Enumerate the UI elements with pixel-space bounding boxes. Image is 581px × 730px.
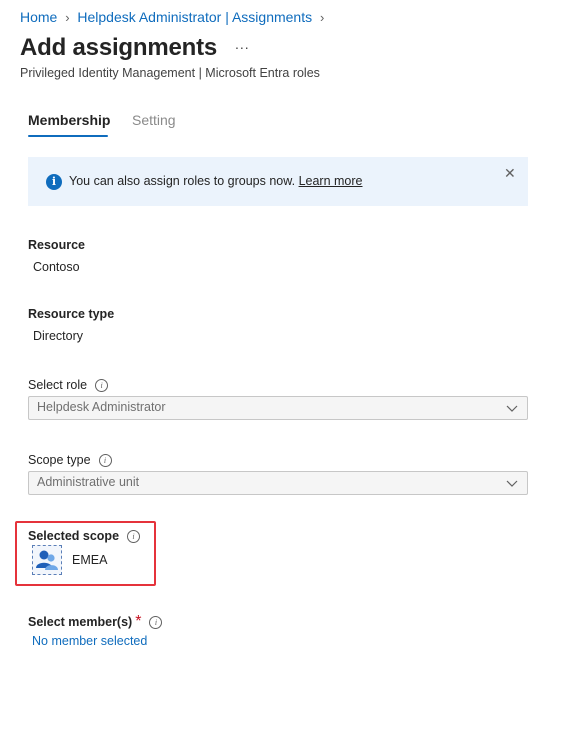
info-circle-icon[interactable]: i bbox=[149, 616, 163, 629]
scope-type-value: Administrative unit bbox=[37, 475, 140, 489]
administrative-unit-icon bbox=[32, 545, 62, 575]
resource-type-value: Directory bbox=[33, 329, 84, 343]
resource-type-label: Resource type bbox=[28, 307, 115, 321]
select-role-dropdown[interactable]: Helpdesk Administrator bbox=[28, 396, 528, 420]
selected-scope-label-row: Selected scope i bbox=[28, 527, 141, 545]
select-members-link[interactable]: No member selected bbox=[32, 634, 147, 648]
chevron-right-icon: › bbox=[65, 9, 70, 25]
tab-membership[interactable]: Membership bbox=[28, 112, 110, 128]
breadcrumb-home[interactable]: Home bbox=[20, 9, 57, 25]
page-title: Add assignments bbox=[20, 34, 218, 61]
select-role-value: Helpdesk Administrator bbox=[37, 400, 166, 414]
learn-more-link[interactable]: Learn more bbox=[299, 174, 363, 188]
select-members-label-row: Select member(s) * i bbox=[28, 613, 163, 631]
required-asterisk: * bbox=[135, 613, 142, 630]
scope-type-dropdown[interactable]: Administrative unit bbox=[28, 471, 528, 495]
info-message-bar: i You can also assign roles to groups no… bbox=[28, 157, 528, 206]
tab-setting[interactable]: Setting bbox=[132, 112, 176, 128]
info-icon: i bbox=[46, 174, 62, 190]
select-role-label-row: Select role i bbox=[28, 376, 109, 394]
breadcrumb: Home › Helpdesk Administrator | Assignme… bbox=[20, 9, 332, 25]
selected-scope-label: Selected scope bbox=[28, 529, 120, 543]
chevron-down-icon bbox=[506, 480, 518, 487]
page-subtitle: Privileged Identity Management | Microso… bbox=[20, 66, 320, 80]
resource-label: Resource bbox=[28, 238, 85, 252]
scope-type-label-row: Scope type i bbox=[28, 451, 112, 469]
info-message: You can also assign roles to groups now.… bbox=[69, 174, 363, 188]
info-circle-icon[interactable]: i bbox=[95, 379, 109, 392]
info-message-text: You can also assign roles to groups now. bbox=[69, 174, 296, 188]
selected-scope-value: EMEA bbox=[72, 553, 108, 567]
chevron-down-icon bbox=[506, 405, 518, 412]
chevron-right-icon: › bbox=[319, 9, 325, 25]
select-members-label: Select member(s) bbox=[28, 615, 133, 629]
more-options-button[interactable]: ... bbox=[235, 36, 250, 52]
info-circle-icon[interactable]: i bbox=[127, 530, 141, 543]
resource-value: Contoso bbox=[33, 260, 80, 274]
info-circle-icon[interactable]: i bbox=[98, 454, 112, 467]
breadcrumb-assignments[interactable]: Helpdesk Administrator | Assignments bbox=[77, 9, 312, 25]
active-tab-indicator bbox=[28, 135, 108, 137]
select-role-label: Select role bbox=[28, 378, 88, 392]
scope-type-label: Scope type bbox=[28, 453, 91, 467]
close-icon[interactable]: ✕ bbox=[504, 165, 516, 182]
